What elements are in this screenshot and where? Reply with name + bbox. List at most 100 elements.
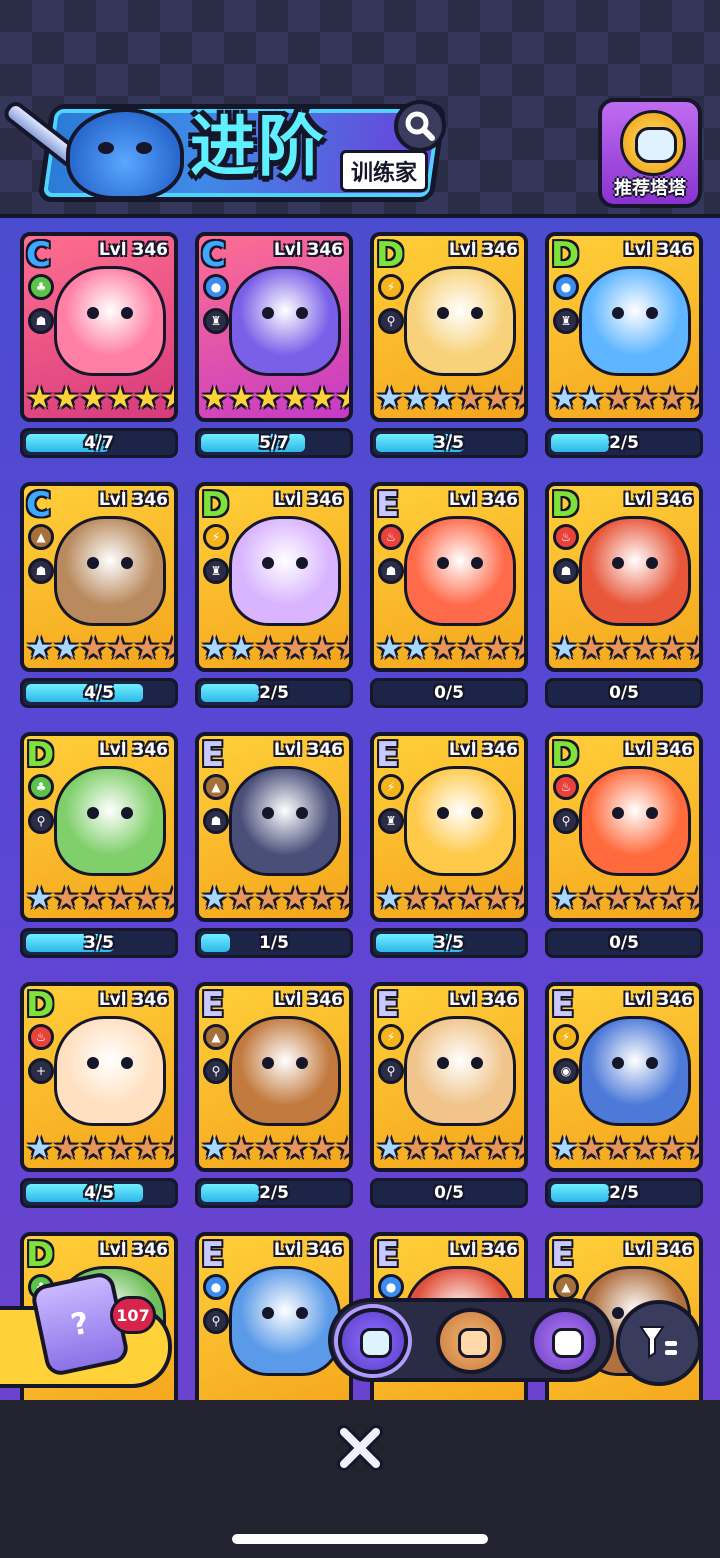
ghost-role-icon: ☗ bbox=[28, 308, 54, 334]
tab-pet[interactable] bbox=[436, 1308, 506, 1374]
home-indicator[interactable] bbox=[232, 1534, 488, 1544]
runner-role-icon: ⚲ bbox=[378, 308, 404, 334]
pet-card[interactable]: ELvl 346⚡◉★★★★★★ bbox=[545, 982, 703, 1172]
shard-progress-bar: 0/5 bbox=[370, 1178, 528, 1208]
pet-card[interactable]: DLvl 346♣⚲★★★★★★ bbox=[20, 732, 178, 922]
bronze-star-icon: ★ bbox=[281, 1131, 309, 1166]
fire-element-icon: ♨ bbox=[553, 524, 579, 550]
gold-star-icon: ★ bbox=[79, 381, 107, 416]
pet-card[interactable]: ELvl 346▲⚲★★★★★★ bbox=[195, 982, 353, 1172]
star-rating: ★★★★★★ bbox=[26, 381, 174, 416]
rank-label: C bbox=[26, 235, 51, 275]
pet-portrait bbox=[404, 516, 516, 626]
bag-role-icon: ♜ bbox=[203, 308, 229, 334]
shard-progress-bar: 4/5 bbox=[20, 678, 178, 708]
rank-label: D bbox=[551, 735, 580, 775]
gold-star-icon: ★ bbox=[336, 384, 349, 414]
bronze-star-icon: ★ bbox=[604, 881, 632, 916]
pet-card[interactable]: ELvl 346♨☗★★★★★★ bbox=[370, 482, 528, 672]
runner-role-icon: ⚲ bbox=[553, 808, 579, 834]
progress-text: 2/5 bbox=[259, 683, 289, 703]
pet-card[interactable]: ELvl 346▲☗★★★★★★ bbox=[195, 732, 353, 922]
blue-star-icon: ★ bbox=[376, 1131, 403, 1166]
star-rating: ★★★★★★ bbox=[551, 1131, 699, 1166]
pet-card[interactable]: DLvl 346●♜★★★★★★ bbox=[545, 232, 703, 422]
card-frame: ELvl 346▲⚲★★★★★★ bbox=[195, 982, 353, 1172]
blue-star-icon: ★ bbox=[201, 881, 228, 916]
card-frame: E Lvl 346 ● ⚲ bbox=[195, 1232, 353, 1400]
bronze-star-icon: ★ bbox=[686, 1134, 699, 1164]
bronze-star-icon: ★ bbox=[281, 881, 309, 916]
tab-badge[interactable] bbox=[530, 1308, 600, 1374]
bronze-star-icon: ★ bbox=[456, 631, 484, 666]
rank-label: E bbox=[551, 985, 575, 1025]
star-rating: ★★★★★★ bbox=[26, 881, 174, 916]
bronze-star-icon: ★ bbox=[281, 631, 309, 666]
level-label: Lvl 346 bbox=[623, 490, 693, 510]
shard-progress-bar: 1/5 bbox=[195, 928, 353, 958]
level-label: Lvl 346 bbox=[623, 1240, 693, 1260]
pet-card[interactable]: ELvl 346⚡♜★★★★★★ bbox=[370, 732, 528, 922]
page-title: 进阶 bbox=[190, 108, 326, 185]
search-icon bbox=[405, 111, 435, 141]
card-frame: ELvl 346♨☗★★★★★★ bbox=[370, 482, 528, 672]
electric-element-icon: ⚡ bbox=[203, 524, 229, 550]
pet-card[interactable]: DLvl 346⚡♜★★★★★★ bbox=[195, 482, 353, 672]
pet-card[interactable]: DLvl 346⚡⚲★★★★★★ bbox=[370, 232, 528, 422]
pet-card[interactable]: DLvl 346♨+★★★★★★ bbox=[20, 982, 178, 1172]
blue-star-icon: ★ bbox=[201, 1131, 228, 1166]
earth-element-icon: ▲ bbox=[553, 1274, 579, 1300]
filter-button[interactable] bbox=[616, 1300, 702, 1386]
bronze-star-icon: ★ bbox=[686, 384, 699, 414]
tab-tower[interactable] bbox=[338, 1308, 408, 1374]
progress-text: 2/5 bbox=[259, 1183, 289, 1203]
rank-label: E bbox=[376, 735, 400, 775]
bronze-star-icon: ★ bbox=[483, 881, 511, 916]
bronze-star-icon: ★ bbox=[658, 381, 686, 416]
progress-text: 0/5 bbox=[434, 1183, 464, 1203]
water-element-icon: ● bbox=[378, 1274, 404, 1300]
shard-progress-bar: 3/5 bbox=[20, 928, 178, 958]
page-subtitle: 训练家 bbox=[340, 150, 429, 192]
blue-star-icon: ★ bbox=[26, 881, 53, 916]
level-label: Lvl 346 bbox=[98, 740, 168, 760]
rank-label: D bbox=[551, 235, 580, 275]
pet-card[interactable]: CLvl 346♣☗★★★★★★ bbox=[20, 232, 178, 422]
eye-role-icon: ◉ bbox=[553, 1058, 579, 1084]
search-button[interactable] bbox=[394, 100, 446, 152]
pet-card[interactable]: CLvl 346▲☗★★★★★★ bbox=[20, 482, 178, 672]
bronze-star-icon: ★ bbox=[658, 1131, 686, 1166]
pet-portrait bbox=[579, 766, 691, 876]
pet-card[interactable]: DLvl 346♨⚲★★★★★★ bbox=[545, 732, 703, 922]
bronze-star-icon: ★ bbox=[133, 881, 161, 916]
water-element-icon: ● bbox=[553, 274, 579, 300]
blue-star-icon: ★ bbox=[26, 1131, 53, 1166]
progress-text: 0/5 bbox=[609, 933, 639, 953]
runner-role-icon: ⚲ bbox=[378, 1058, 404, 1084]
star-rating: ★★★★★★ bbox=[26, 1131, 174, 1166]
rank-label: D bbox=[376, 235, 405, 275]
pet-portrait bbox=[229, 766, 341, 876]
level-label: Lvl 346 bbox=[448, 240, 518, 260]
gift-count-badge: 107 bbox=[110, 1296, 156, 1334]
bronze-star-icon: ★ bbox=[106, 1131, 134, 1166]
ghost-role-icon: ☗ bbox=[28, 558, 54, 584]
level-label: Lvl 346 bbox=[273, 740, 343, 760]
pet-card[interactable]: DLvl 346♨☗★★★★★★ bbox=[545, 482, 703, 672]
pet-card[interactable]: CLvl 346●♜★★★★★★ bbox=[195, 232, 353, 422]
bronze-star-icon: ★ bbox=[456, 1131, 484, 1166]
grass-element-icon: ♣ bbox=[28, 774, 54, 800]
mascot-icon bbox=[66, 108, 184, 200]
gold-star-icon: ★ bbox=[52, 381, 80, 416]
pet-card[interactable]: E Lvl 346 ● ⚲ bbox=[195, 1232, 353, 1400]
shard-progress-bar: 4/7 bbox=[20, 428, 178, 458]
gold-star-icon: ★ bbox=[106, 381, 134, 416]
card-frame: CLvl 346▲☗★★★★★★ bbox=[20, 482, 178, 672]
rank-label: E bbox=[201, 735, 225, 775]
pet-card[interactable]: ELvl 346⚡⚲★★★★★★ bbox=[370, 982, 528, 1172]
card-frame: DLvl 346⚡⚲★★★★★★ bbox=[370, 232, 528, 422]
recommend-tower-button[interactable]: 推荐塔塔 bbox=[598, 98, 702, 208]
bronze-star-icon: ★ bbox=[429, 881, 457, 916]
card-frame: DLvl 346⚡♜★★★★★★ bbox=[195, 482, 353, 672]
close-button[interactable] bbox=[330, 1418, 390, 1478]
